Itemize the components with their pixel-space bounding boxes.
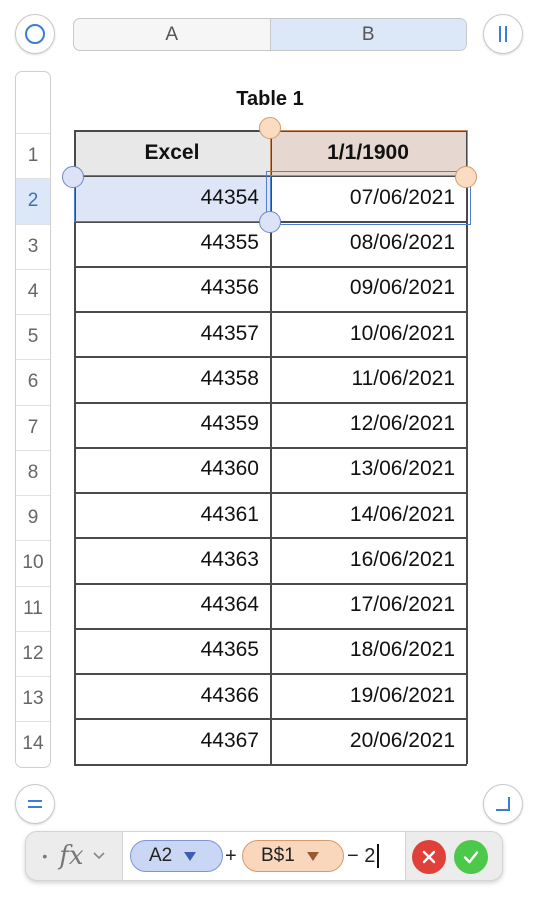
selection-handle-bottom[interactable] <box>259 211 281 233</box>
table-cell-b11[interactable]: 17/06/2021 <box>270 583 466 628</box>
grid-line <box>466 130 468 764</box>
reference-handle-right[interactable] <box>455 166 477 188</box>
grid-line <box>74 673 467 675</box>
grid-line <box>74 175 467 177</box>
table-cell-b13[interactable]: 19/06/2021 <box>270 673 466 718</box>
row-header-9[interactable]: 9 <box>16 495 50 540</box>
reference-token-a2[interactable]: A2 <box>130 840 223 872</box>
checkmark-icon <box>463 851 479 864</box>
grid-line <box>74 402 467 404</box>
table-cell-b9[interactable]: 14/06/2021 <box>270 492 466 537</box>
table-cell-a12[interactable]: 44365 <box>74 628 270 673</box>
x-icon <box>422 850 436 864</box>
cancel-formula-button[interactable] <box>412 840 446 874</box>
grid-line <box>74 492 467 494</box>
grid-line <box>74 266 467 268</box>
resize-corner-icon <box>496 797 510 811</box>
formula-suffix: − 2 <box>347 844 376 867</box>
row-header-4[interactable]: 4 <box>16 268 50 314</box>
table-cell-b2[interactable]: 07/06/2021 <box>270 175 466 220</box>
table-cell-a9[interactable]: 44361 <box>74 492 270 537</box>
table-cell-a14[interactable]: 44367 <box>74 718 270 763</box>
fx-label: fx <box>59 841 84 871</box>
reference-highlight-b1 <box>270 130 468 177</box>
add-row-button[interactable] <box>15 784 55 824</box>
resize-table-button[interactable] <box>483 784 523 824</box>
token-dropdown-icon <box>306 851 319 861</box>
row-header-7[interactable]: 7 <box>16 404 50 450</box>
grid-line <box>74 537 467 539</box>
grid-line <box>74 718 467 720</box>
row-header-13[interactable]: 13 <box>16 676 50 721</box>
grid-line <box>74 356 467 358</box>
reference-token-b1[interactable]: B$1 <box>242 840 344 872</box>
chevron-down-icon <box>93 852 105 860</box>
table-cell-b3[interactable]: 08/06/2021 <box>270 221 466 266</box>
header-cell-a1[interactable]: Excel <box>74 130 270 176</box>
table-cell-a13[interactable]: 44366 <box>74 673 270 718</box>
row-header-2[interactable]: 2 <box>16 178 50 224</box>
reference-outline-b2 <box>266 171 471 225</box>
column-header-bar: A B <box>73 18 467 51</box>
table-cell-a7[interactable]: 44359 <box>74 402 270 447</box>
column-header-a[interactable]: A <box>74 19 270 50</box>
accept-formula-button[interactable] <box>454 840 488 874</box>
circle-icon <box>25 24 45 44</box>
token-dropdown-icon <box>184 851 197 861</box>
row-header-3[interactable]: 3 <box>16 223 50 269</box>
pause-bars-icon <box>499 26 507 42</box>
table-title: Table 1 <box>236 88 304 110</box>
table-cell-b14[interactable]: 20/06/2021 <box>270 718 466 763</box>
grid-line <box>74 764 467 766</box>
table-cell-b8[interactable]: 13/06/2021 <box>270 447 466 492</box>
row-header-14[interactable]: 14 <box>16 721 50 766</box>
formula-function-button[interactable]: • fx <box>26 832 122 880</box>
row-header-8[interactable]: 8 <box>16 449 50 495</box>
formula-bar: • fx A2 + B$1 − 2 <box>25 831 503 881</box>
selection-handle-left[interactable] <box>62 166 84 188</box>
table-cell-a11[interactable]: 44364 <box>74 583 270 628</box>
grid-line <box>74 130 76 764</box>
table-cell-b7[interactable]: 12/06/2021 <box>270 402 466 447</box>
table-cell-a5[interactable]: 44357 <box>74 311 270 356</box>
add-column-button[interactable] <box>483 14 523 54</box>
grid-line <box>74 628 467 630</box>
table-cell-a3[interactable]: 44355 <box>74 221 270 266</box>
table-cell-a8[interactable]: 44360 <box>74 447 270 492</box>
table-cell-b4[interactable]: 09/06/2021 <box>270 266 466 311</box>
row-header-12[interactable]: 12 <box>16 630 50 676</box>
text-cursor <box>377 844 379 868</box>
table-cell-b6[interactable]: 11/06/2021 <box>270 356 466 401</box>
table-grid: Excel 1/1/1900 44354 07/06/2021 44355 08/06/2… <box>0 0 534 904</box>
row-header-5[interactable]: 5 <box>16 314 50 359</box>
table-select-button[interactable] <box>15 14 55 54</box>
bullet-icon: • <box>42 848 48 864</box>
table-cell-b10[interactable]: 16/06/2021 <box>270 537 466 582</box>
header-cell-b1[interactable]: 1/1/1900 <box>270 130 466 176</box>
row-header-11[interactable]: 11 <box>16 585 50 631</box>
table-cell-a4[interactable]: 44356 <box>74 266 270 311</box>
selection-outline-a2 <box>74 175 271 222</box>
table-cell-a6[interactable]: 44358 <box>74 356 270 401</box>
formula-input[interactable]: A2 + B$1 − 2 <box>122 832 406 880</box>
row-header-10[interactable]: 10 <box>16 540 50 585</box>
reference-handle-top[interactable] <box>259 117 281 139</box>
table-cell-b5[interactable]: 10/06/2021 <box>270 311 466 356</box>
row-header-6[interactable]: 6 <box>16 359 50 404</box>
grid-line <box>74 447 467 449</box>
table-cell-a10[interactable]: 44363 <box>74 537 270 582</box>
column-header-b[interactable]: B <box>269 19 466 50</box>
plus-operator: + <box>225 844 237 867</box>
grid-line <box>74 583 467 585</box>
row-header-column: 1 2 3 4 5 6 7 8 9 10 11 12 13 14 <box>15 71 51 768</box>
table-cell-b12[interactable]: 18/06/2021 <box>270 628 466 673</box>
grid-line <box>74 311 467 313</box>
table-cell-a2[interactable]: 44354 <box>74 175 270 221</box>
row-header-1[interactable]: 1 <box>16 133 50 178</box>
equals-icon <box>28 800 42 808</box>
